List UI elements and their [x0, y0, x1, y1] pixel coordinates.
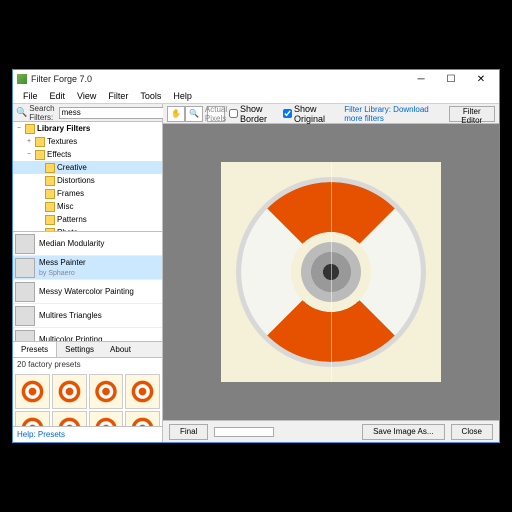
filter-tree: −Library Filters +Textures −Effects Crea…	[13, 122, 162, 232]
bottom-bar: Final Save Image As... Close	[163, 420, 499, 442]
filter-item[interactable]: Mess Painterby Sphaero	[13, 256, 162, 280]
preset-thumb[interactable]	[89, 411, 124, 426]
menu-file[interactable]: File	[17, 88, 44, 103]
preset-thumb[interactable]	[125, 411, 160, 426]
search-bar: 🔍 Search Filters:	[13, 104, 162, 122]
tree-effects[interactable]: −Effects	[13, 148, 162, 161]
maximize-button[interactable]: ☐	[437, 71, 465, 87]
search-label: Search Filters:	[29, 104, 54, 122]
window-title: Filter Forge 7.0	[31, 74, 407, 84]
filter-editor-button[interactable]: Filter Editor	[449, 106, 495, 122]
tab-presets[interactable]: Presets	[13, 342, 57, 357]
show-border-checkbox[interactable]: Show Border	[229, 104, 279, 124]
search-input[interactable]	[59, 107, 175, 119]
preset-thumb[interactable]	[89, 374, 124, 409]
preview-image	[221, 162, 441, 382]
tab-settings[interactable]: Settings	[57, 342, 102, 357]
tree-library-filters[interactable]: −Library Filters	[13, 122, 162, 135]
actual-pixels-button[interactable]: Actual Pixels	[207, 106, 225, 122]
tree-distortions[interactable]: Distortions	[13, 174, 162, 187]
app-icon	[17, 74, 27, 84]
preset-thumb[interactable]	[52, 374, 87, 409]
close-button-bottom[interactable]: Close	[451, 424, 493, 440]
render-progress	[214, 427, 274, 437]
show-original-checkbox[interactable]: Show Original	[283, 104, 336, 124]
menu-filter[interactable]: Filter	[102, 88, 134, 103]
save-image-button[interactable]: Save Image As...	[362, 424, 444, 440]
tree-textures[interactable]: +Textures	[13, 135, 162, 148]
main-area: ✋ 🔍 Actual Pixels Show Border Show Origi…	[163, 104, 499, 442]
titlebar: Filter Forge 7.0 ─ ☐ ✕	[13, 70, 499, 88]
preset-thumb[interactable]	[15, 374, 50, 409]
tree-misc[interactable]: Misc	[13, 200, 162, 213]
tab-about[interactable]: About	[102, 342, 139, 357]
preset-thumb[interactable]	[52, 411, 87, 426]
preset-thumb[interactable]	[125, 374, 160, 409]
menu-view[interactable]: View	[71, 88, 102, 103]
tree-frames[interactable]: Frames	[13, 187, 162, 200]
preset-count: 20 factory presets	[13, 358, 162, 372]
menu-help[interactable]: Help	[167, 88, 198, 103]
preview-canvas[interactable]	[163, 124, 499, 420]
download-filters-link[interactable]: Filter Library: Download more filters	[344, 105, 444, 123]
menu-edit[interactable]: Edit	[44, 88, 72, 103]
tree-creative[interactable]: Creative	[13, 161, 162, 174]
hand-tool-button[interactable]: ✋	[167, 106, 185, 122]
split-divider[interactable]	[331, 162, 332, 382]
preset-thumb[interactable]	[15, 411, 50, 426]
help-presets-link[interactable]: Help: Presets	[13, 426, 162, 442]
main-toolbar: ✋ 🔍 Actual Pixels Show Border Show Origi…	[163, 104, 499, 124]
final-button[interactable]: Final	[169, 424, 208, 440]
tree-patterns[interactable]: Patterns	[13, 213, 162, 226]
filter-item[interactable]: Median Modularity	[13, 232, 162, 256]
menu-tools[interactable]: Tools	[134, 88, 167, 103]
filter-item[interactable]: Messy Watercolor Painting	[13, 280, 162, 304]
left-panel: 🔍 Search Filters: −Library Filters +Text…	[13, 104, 163, 442]
filter-item[interactable]: Multicolor Printing	[13, 328, 162, 342]
app-window: Filter Forge 7.0 ─ ☐ ✕ File Edit View Fi…	[12, 69, 500, 443]
filter-item[interactable]: Multires Triangles	[13, 304, 162, 328]
preset-grid	[13, 372, 162, 426]
search-icon: 🔍	[16, 107, 27, 119]
close-button[interactable]: ✕	[467, 71, 495, 87]
menubar: File Edit View Filter Tools Help	[13, 88, 499, 104]
zoom-tool-button[interactable]: 🔍	[185, 106, 203, 122]
preset-tabs: Presets Settings About	[13, 342, 162, 358]
filter-list: Median Modularity Mess Painterby Sphaero…	[13, 232, 162, 342]
minimize-button[interactable]: ─	[407, 71, 435, 87]
